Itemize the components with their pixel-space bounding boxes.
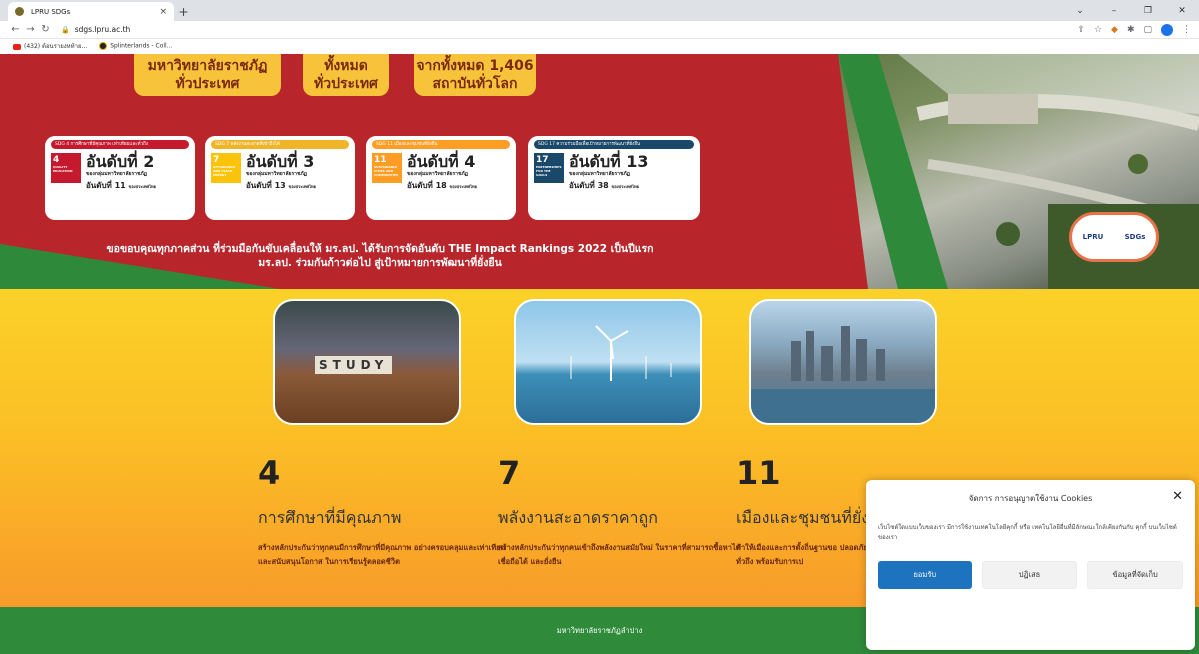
- sidepanel-icon[interactable]: ▢: [1143, 25, 1152, 35]
- tab-search-icon[interactable]: ⌄: [1063, 6, 1097, 16]
- rank-box-rajabhat: มหาวิทยาลัยราชภัฏ ทั่วประเทศ: [134, 54, 281, 96]
- deny-button[interactable]: ปฏิเสธ: [981, 561, 1078, 589]
- restore-icon[interactable]: ❐: [1131, 6, 1165, 16]
- menu-icon[interactable]: ⋮: [1182, 25, 1191, 35]
- thanks-message: ขอขอบคุณทุกภาคส่วน ที่ร่วมมือกันขับเคลื่…: [106, 243, 654, 269]
- rank-text: อันดับที่ 2: [86, 152, 155, 171]
- sdg17-rank-card: SDG 17 ความร่วมมือเพื่อเป้าหมายการพัฒนาท…: [528, 136, 700, 220]
- metamask-icon[interactable]: ◆: [1111, 25, 1118, 35]
- url-text: sdgs.lpru.ac.th: [74, 25, 131, 34]
- tab-title: LPRU SDGs: [31, 7, 71, 16]
- study-image: STUDY: [273, 299, 461, 425]
- rank-box-total: ทั้งหมด ทั่วประเทศ: [303, 54, 389, 96]
- close-window-icon[interactable]: ✕: [1165, 6, 1199, 16]
- accept-button[interactable]: ยอมรับ: [878, 561, 972, 589]
- goal-title: การศึกษาที่มีคุณภาพ: [258, 508, 402, 527]
- goal-number: 11: [736, 454, 781, 492]
- rank-text: อันดับที่ 3: [246, 152, 315, 171]
- tab-close-icon[interactable]: ×: [159, 7, 167, 17]
- card-caption: SDG 11 เมืองและชุมชนที่ยั่งยืน: [372, 140, 510, 149]
- close-icon[interactable]: ✕: [1172, 489, 1183, 504]
- sdg7-icon: 7 AFFORDABLE AND CLEAN ENERGY: [211, 153, 241, 183]
- bookmark-item-splinterlands[interactable]: Splinterlands - Coll...: [99, 42, 172, 50]
- splinterlands-icon: [99, 42, 108, 50]
- rank-text: อันดับที่ 4: [407, 152, 476, 171]
- campus-aerial-photo: LPRU SDGs: [748, 54, 1199, 289]
- sdg7-rank-card: SDG 7 พลังงานสะอาดที่เข้าถึงได้ 7 AFFORDA…: [205, 136, 355, 220]
- card-caption: SDG 17 ความร่วมมือเพื่อเป้าหมายการพัฒนาท…: [534, 140, 694, 149]
- back-icon[interactable]: ←: [8, 24, 23, 35]
- sdg17-icon: 17 PARTNERSHIPS FOR THE GOALS: [534, 153, 564, 183]
- bookmarks-bar: (432) ต้อนรายงหท้าย... Splinterlands - C…: [0, 39, 1199, 53]
- lpru-sdgs-logo: LPRU SDGs: [1069, 212, 1159, 262]
- sdg4-rank-card: SDG 4 การศึกษาที่มีคุณภาพ เท่าเทียมและทั…: [45, 136, 195, 220]
- url-field[interactable]: 🔒 sdgs.lpru.ac.th: [61, 25, 1077, 34]
- goal-11: 11 เมืองและชุมชนที่ยั่งยืน ทำให้เมืองและ…: [736, 454, 890, 569]
- window-controls: ⌄ – ❐ ✕: [1063, 0, 1199, 21]
- bookmark-item-youtube[interactable]: (432) ต้อนรายงหท้าย...: [13, 41, 87, 51]
- rank-box-global: จากทั้งหมด 1,406 สถาบันทั่วโลก: [414, 54, 536, 96]
- card-caption: SDG 4 การศึกษาที่มีคุณภาพ เท่าเทียมและทั…: [51, 140, 189, 149]
- goal-number: 4: [258, 454, 281, 492]
- browser-tab[interactable]: LPRU SDGs ×: [8, 2, 174, 21]
- hero-banner: LPRU SDGs มหาวิทยาลัยราชภัฏ ทั่วประเทศ ท…: [0, 54, 1199, 289]
- wind-turbines-image: [514, 299, 702, 425]
- reload-icon[interactable]: ↻: [38, 24, 53, 35]
- turbines-art: [570, 325, 672, 381]
- goal-4: 4 การศึกษาที่มีคุณภาพ สร้างหลักประกันว่า…: [258, 454, 508, 569]
- sdg4-icon: 4 QUALITY EDUCATION: [51, 153, 81, 183]
- cookie-consent-dialog: จัดการ การอนุญาตใช้งาน Cookies ✕ เว็บไซต…: [866, 480, 1195, 650]
- address-bar-row: ← → ↻ 🔒 sdgs.lpru.ac.th ⇪ ☆ ◆ ✱ ▢ ⋮: [0, 21, 1199, 39]
- minimize-icon[interactable]: –: [1097, 6, 1131, 16]
- goal-desc: สร้างหลักประกันว่าทุกคนมีการศึกษาที่มีคุ…: [258, 543, 506, 566]
- browser-tabbar: LPRU SDGs × + ⌄ – ❐ ✕: [0, 0, 1199, 21]
- card-caption: SDG 7 พลังงานสะอาดที่เข้าถึงได้: [211, 140, 349, 149]
- goal-7: 7 พลังงานสะอาดราคาถูก สร้างหลักประกันว่า…: [498, 454, 748, 569]
- study-blocks: STUDY: [315, 356, 393, 374]
- goal-desc: สร้างหลักประกันว่าทุกคนเข้าถึงพลังงานสมั…: [498, 543, 741, 566]
- sdg11-icon: 11 SUSTAINABLE CITIES AND COMMUNITIES: [372, 153, 402, 183]
- goal-title: พลังงานสะอาดราคาถูก: [498, 508, 658, 527]
- city-art: [751, 326, 935, 423]
- preferences-button[interactable]: ข้อมูลที่จัดเก็บ: [1087, 561, 1184, 589]
- youtube-icon: [13, 43, 21, 50]
- goal-number: 7: [498, 454, 521, 492]
- city-skyline-image: [749, 299, 937, 425]
- new-tab-button[interactable]: +: [174, 2, 193, 21]
- goal-title: เมืองและชุมชนที่ยั่งยืน: [736, 508, 890, 527]
- site-favicon-icon: [15, 7, 24, 16]
- goal-desc: ทำให้เมืองและการตั้งถิ่นฐานขอ ปลอดภัย ทั…: [736, 543, 868, 566]
- share-icon[interactable]: ⇪: [1077, 25, 1085, 35]
- rank-text: อันดับที่ 13: [569, 152, 649, 171]
- cookie-title: จัดการ การอนุญาตใช้งาน Cookies: [968, 494, 1093, 503]
- sdg11-rank-card: SDG 11 เมืองและชุมชนที่ยั่งยืน 11 SUSTAIN…: [366, 136, 516, 220]
- bookmark-star-icon[interactable]: ☆: [1094, 25, 1102, 35]
- extensions-puzzle-icon[interactable]: ✱: [1127, 25, 1135, 35]
- cookie-body: เว็บไซต์ใดแบบเว็บของเรา มีการใช้งานเทคโน…: [878, 524, 1177, 541]
- extensions-area: ⇪ ☆ ◆ ✱ ▢ ⋮: [1077, 23, 1191, 36]
- lock-icon[interactable]: 🔒: [61, 26, 70, 34]
- forward-icon[interactable]: →: [23, 24, 38, 35]
- profile-avatar[interactable]: [1161, 23, 1173, 36]
